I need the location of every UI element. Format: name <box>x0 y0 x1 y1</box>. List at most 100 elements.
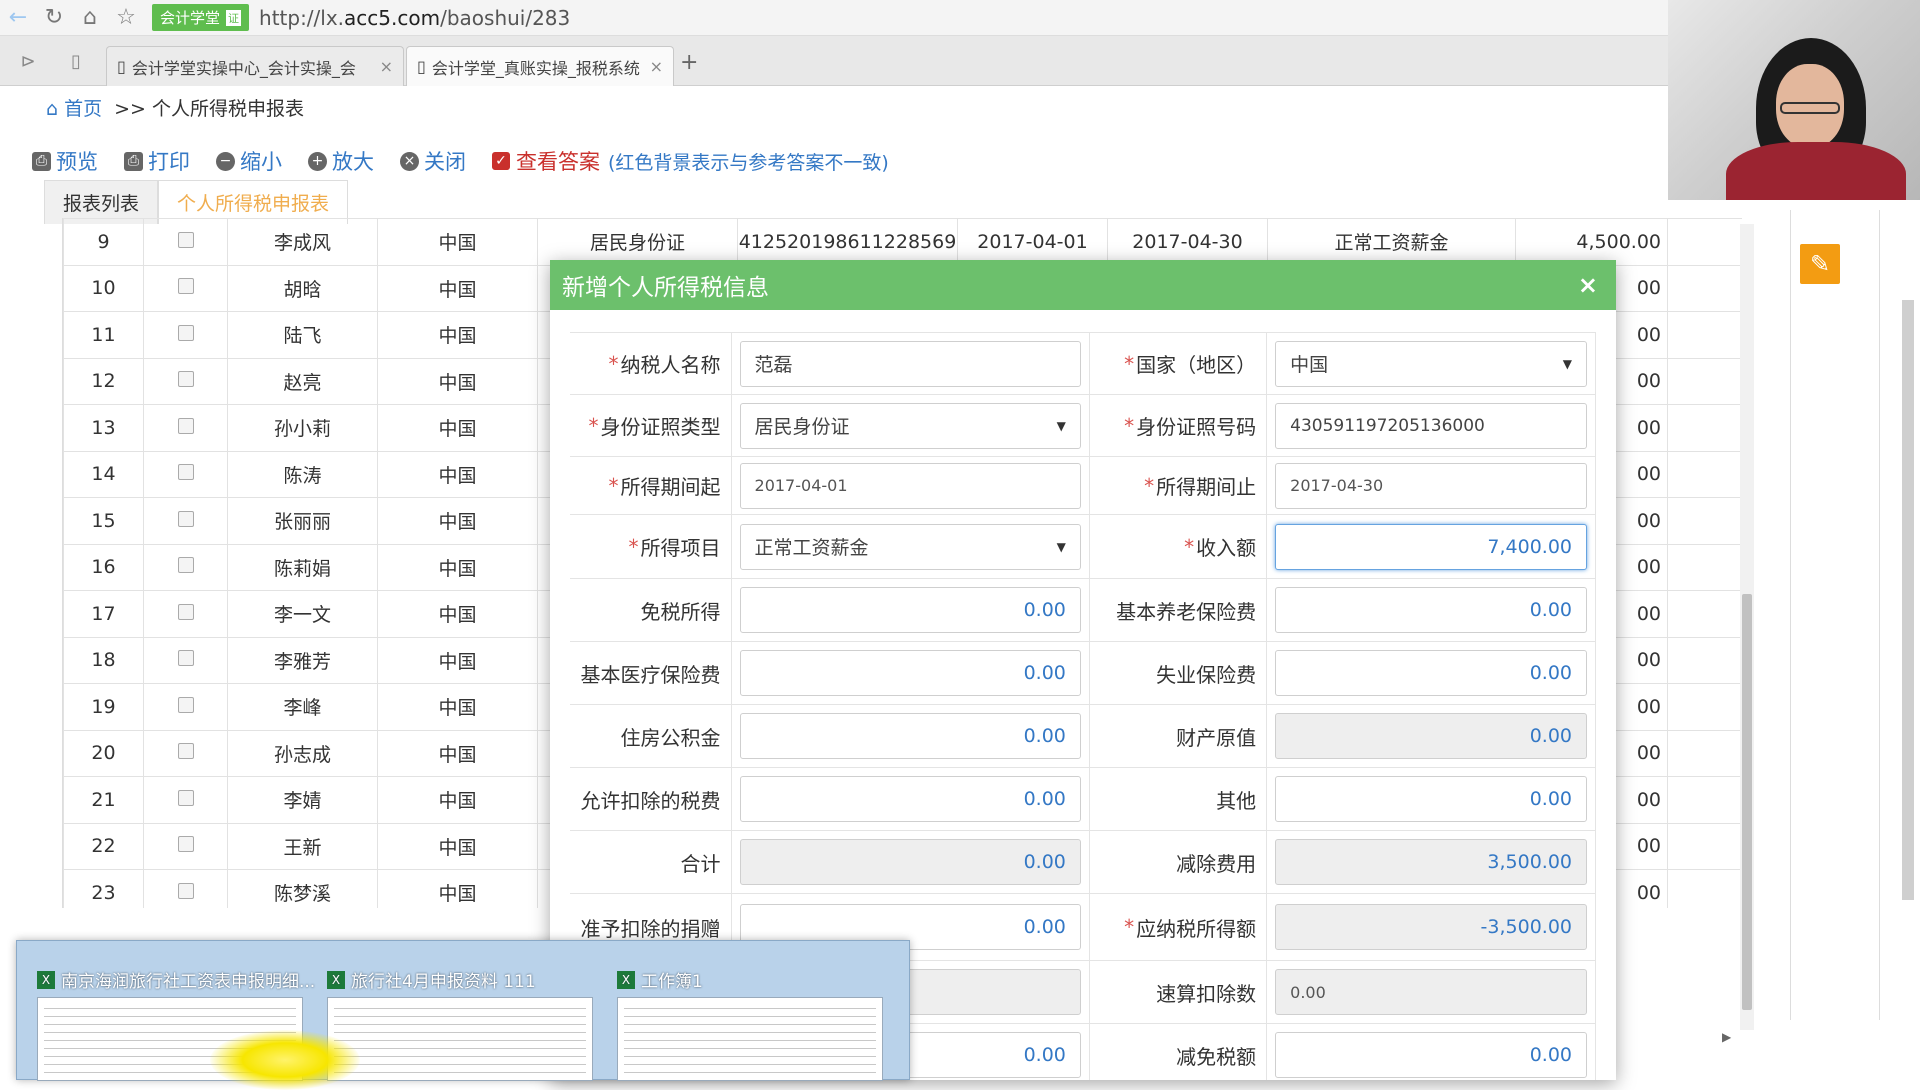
browser-tab-1[interactable]: ▯ 会计学堂实操中心_会计实操_会 × <box>106 46 404 86</box>
brush-icon[interactable]: ✎ <box>1800 244 1840 284</box>
row-select-cell <box>143 683 228 731</box>
close-tab-icon[interactable]: × <box>372 57 393 76</box>
back-arrow-icon[interactable]: ← <box>0 0 36 36</box>
income-item-select[interactable]: 正常工资薪金 ▼ <box>739 523 1081 570</box>
medical-input[interactable]: 0.00 <box>739 650 1081 696</box>
income-item-label: * 所得项目 <box>570 515 732 578</box>
unemployment-input[interactable]: 0.00 <box>1275 650 1587 696</box>
tax-relief-input[interactable]: 0.00 <box>1275 1032 1587 1078</box>
row-checkbox[interactable] <box>177 371 194 388</box>
site-identity-chip[interactable]: 会计学堂 证 <box>152 4 250 31</box>
close-circle-icon: × <box>400 151 419 171</box>
row-checkbox[interactable] <box>177 882 194 899</box>
row-checkbox[interactable] <box>177 557 194 574</box>
id-type-select[interactable]: 居民身份证 ▼ <box>739 402 1081 449</box>
browser-tab-1-label: 会计学堂实操中心_会计实操_会 <box>131 58 356 78</box>
deductible-tax-input[interactable]: 0.00 <box>739 776 1081 822</box>
preview-label: 预览 <box>56 150 98 174</box>
thumbnail-grid-line <box>44 1016 296 1017</box>
row-checkbox[interactable] <box>177 417 194 434</box>
breadcrumb-home-link[interactable]: ⌂ 首页 <box>46 94 102 121</box>
form-row: 免税所得 0.00 基本养老保险费 0.00 <box>570 579 1596 642</box>
row-checkbox[interactable] <box>177 650 194 667</box>
country-label: * 国家（地区） <box>1090 333 1268 394</box>
taskbar-preview-popup: X 南京海润旅行社工资表申报明细... X 旅行社4月申报资料 111 X 工作簿1 <box>16 940 910 1081</box>
row-checkbox[interactable] <box>177 743 194 760</box>
pension-input[interactable]: 0.00 <box>1275 587 1587 633</box>
row-checkbox[interactable] <box>177 324 194 341</box>
period-end-input[interactable]: 2017-04-30 <box>1275 462 1587 509</box>
preview-button[interactable]: ⎙ 预览 <box>32 146 98 176</box>
dialog-close-icon[interactable]: × <box>1578 271 1598 299</box>
next-column-cell: C <box>1667 729 1742 777</box>
taskbar-thumbnail[interactable]: X 工作簿1 <box>597 941 887 1081</box>
dropdown-caret-icon: ▼ <box>1056 418 1066 433</box>
row-select-cell <box>143 776 228 824</box>
country-value: 中国 <box>1290 354 1329 376</box>
close-button[interactable]: × 关闭 <box>400 146 466 176</box>
row-number: 11 <box>63 311 144 359</box>
close-tab-icon[interactable]: × <box>642 57 663 76</box>
thumbnail-grid-line <box>44 1024 296 1025</box>
row-checkbox[interactable] <box>177 603 194 620</box>
row-checkbox[interactable] <box>177 836 194 853</box>
scrollbar-thumb[interactable] <box>1742 594 1752 1010</box>
zoom-in-button[interactable]: + 放大 <box>308 146 374 176</box>
period-start-input[interactable]: 2017-04-01 <box>739 462 1081 509</box>
country-select[interactable]: 中国 ▼ <box>1275 340 1587 387</box>
pension-label: 基本养老保险费 <box>1090 579 1268 641</box>
row-number: 21 <box>63 776 144 824</box>
other-input[interactable]: 0.00 <box>1275 776 1587 822</box>
tab-list-icon[interactable]: ▯ <box>56 36 96 86</box>
row-number: 23 <box>63 869 144 908</box>
scroll-right-icon[interactable]: ▶ <box>1722 1030 1731 1044</box>
row-select-cell <box>143 218 228 266</box>
country-cell: 中国 <box>377 218 538 266</box>
page-scrollbar[interactable] <box>1900 200 1916 900</box>
close-label: 关闭 <box>424 150 466 174</box>
spreadsheet-thumbnail <box>617 997 883 1081</box>
thumbnail-grid-line <box>334 1016 586 1017</box>
id-number-input[interactable]: 430591197205136000 <box>1275 402 1587 449</box>
thumbnail-grid-line <box>624 1064 876 1065</box>
row-number: 18 <box>63 636 144 684</box>
url-field[interactable]: http://lx.acc5.com/baoshui/283 <box>259 6 570 30</box>
taxable-income-value: -3,500.00 <box>1275 904 1587 950</box>
row-checkbox[interactable] <box>177 278 194 295</box>
star-icon[interactable]: ☆ <box>108 0 144 36</box>
deduction-value: 3,500.00 <box>1275 839 1587 885</box>
property-value-input[interactable]: 0.00 <box>1275 713 1587 759</box>
next-column-cell: C <box>1667 636 1742 684</box>
row-checkbox[interactable] <box>177 789 194 806</box>
taxpayer-name-cell: 陆飞 <box>227 311 378 359</box>
reload-icon[interactable]: ↻ <box>36 0 72 36</box>
row-checkbox[interactable] <box>177 231 194 248</box>
print-button[interactable]: ⎙ 打印 <box>124 146 190 176</box>
row-checkbox[interactable] <box>177 510 194 527</box>
tax-free-input[interactable]: 0.00 <box>739 587 1081 633</box>
row-number: 17 <box>63 590 144 638</box>
zoom-out-button[interactable]: − 缩小 <box>216 146 282 176</box>
taxpayer-name-cell: 赵亮 <box>227 357 378 405</box>
id-number-label: * 身份证照号码 <box>1090 395 1268 456</box>
next-column-cell: C <box>1667 218 1742 266</box>
thumbnail-grid-line <box>624 1072 876 1073</box>
sidebar-toggle-icon[interactable]: ⊳ <box>8 36 48 86</box>
checkbox-checked-icon: ✓ <box>492 152 510 170</box>
minus-circle-icon: − <box>216 151 235 171</box>
home-icon[interactable]: ⌂ <box>72 0 108 36</box>
row-checkbox[interactable] <box>177 464 194 481</box>
row-checkbox[interactable] <box>177 696 194 713</box>
table-scrollbar[interactable] <box>1740 224 1754 1030</box>
browser-tab-strip: ⊳ ▯ ▯ 会计学堂实操中心_会计实操_会 × ▯ 会计学堂_真账实操_报税系统… <box>0 36 1668 86</box>
browser-tab-2[interactable]: ▯ 会计学堂_真账实操_报税系统 × <box>406 46 674 86</box>
check-answer-toggle[interactable]: ✓ 查看答案 <box>492 146 600 176</box>
excel-icon: X <box>37 970 55 989</box>
new-tab-icon[interactable]: + <box>680 50 698 75</box>
housing-fund-input[interactable]: 0.00 <box>739 713 1081 759</box>
taxpayer-name-input[interactable]: 范磊 <box>739 340 1081 387</box>
thumbnail-grid-line <box>334 1008 586 1009</box>
income-input[interactable]: 7,400.00 <box>1275 523 1587 570</box>
page-scrollbar-thumb[interactable] <box>1902 300 1914 900</box>
table-row[interactable]: 9 李成风 中国 居民身份证 412520198611228569 2017-04-01 2… <box>63 218 1742 266</box>
